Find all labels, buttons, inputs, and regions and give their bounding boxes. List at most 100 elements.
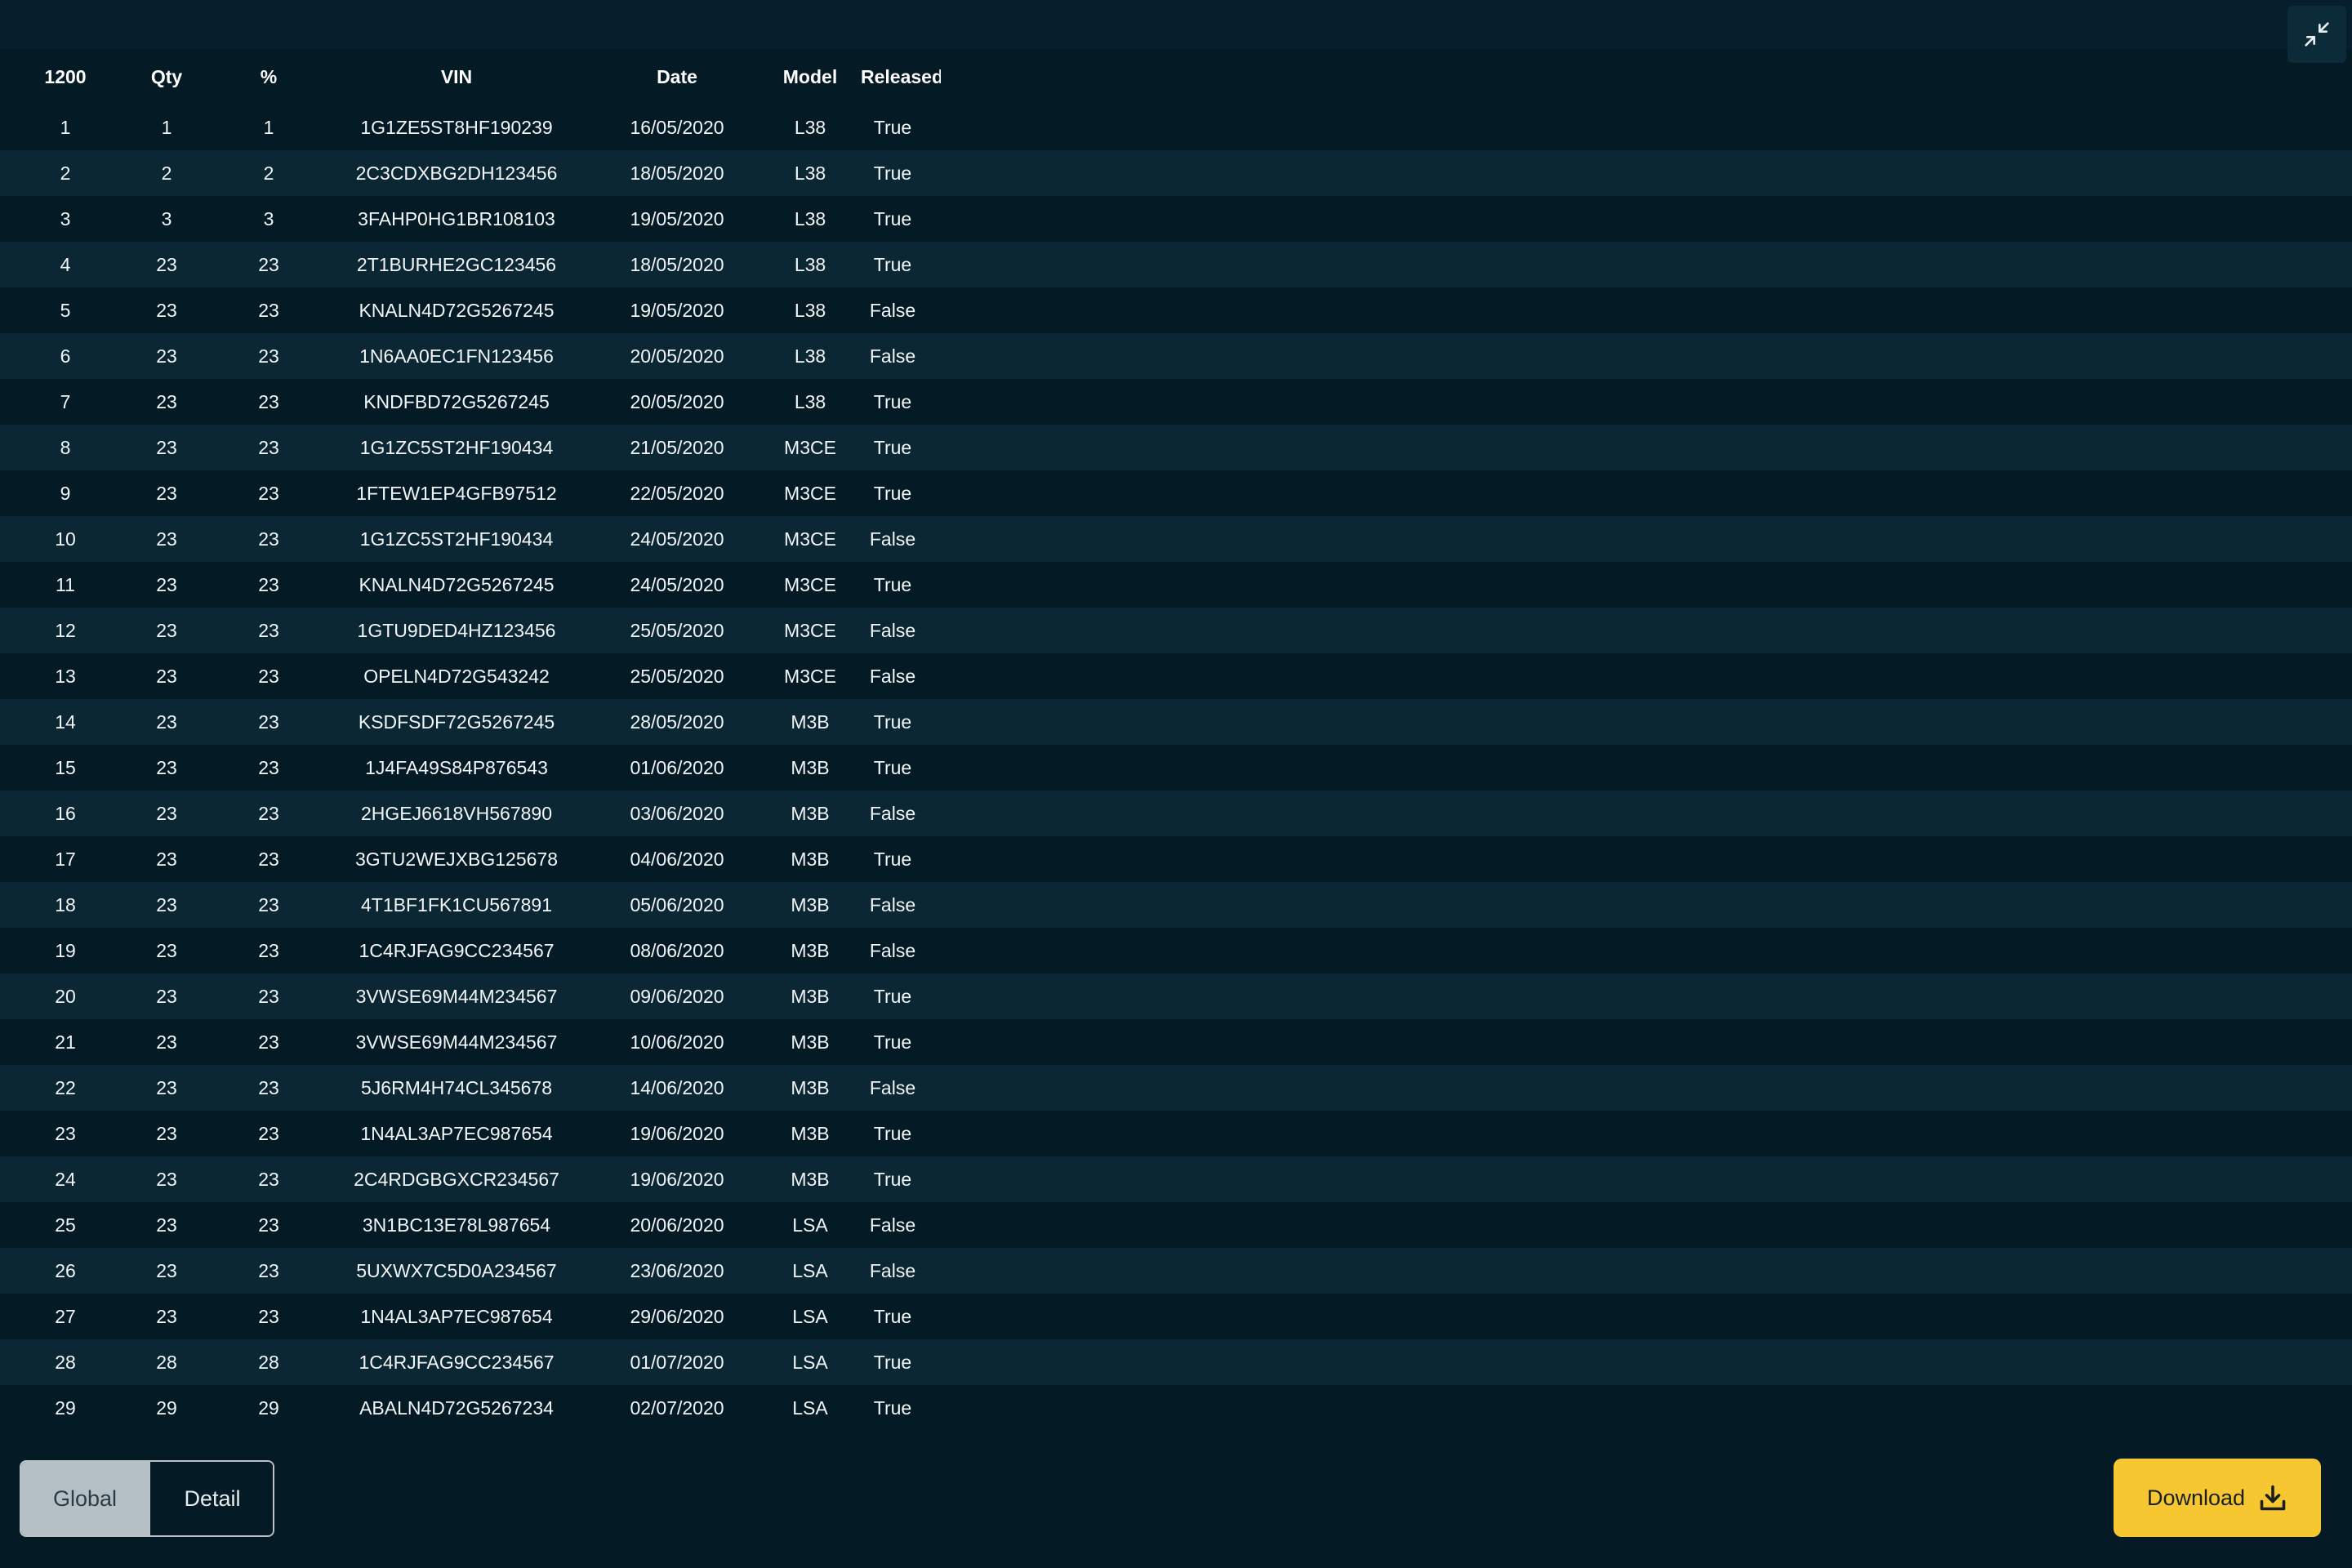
cell-qty: 23 [156,390,177,412]
cell-percent: 23 [258,893,279,915]
cell-spacer [941,1065,2352,1111]
cell-qty: 23 [156,528,177,550]
table-row[interactable]: 2 2 2 2C3CDXBG2DH123456 18/05/2020 L38 True [0,150,2352,196]
cell-released: True [873,162,912,184]
cell-date: 20/05/2020 [630,390,724,412]
cell-model: L38 [794,253,826,275]
table-row[interactable]: 29 29 29 ABALN4D72G5267234 02/07/2020 LSA True [0,1385,2352,1431]
cell-percent: 23 [258,573,279,595]
table-row[interactable]: 6 23 23 1N6AA0EC1FN123456 20/05/2020 L38 False [0,333,2352,379]
toggle-global-button[interactable]: Global [21,1462,150,1535]
column-header-vin[interactable]: VIN [335,49,578,105]
table-row[interactable]: 28 28 28 1C4RJFAG9CC234567 01/07/2020 LSA True [0,1339,2352,1385]
table-row[interactable]: 22 23 23 5J6RM4H74CL345678 14/06/2020 M3B Fals… [0,1065,2352,1111]
download-icon [2260,1485,2286,1511]
collapse-arrows-icon [2305,22,2329,47]
cell-date: 19/05/2020 [630,299,724,321]
cell-released: True [873,985,912,1007]
cell-vin: 3N1BC13E78L987654 [362,1214,551,1236]
cell-released: True [873,710,912,733]
table-row[interactable]: 25 23 23 3N1BC13E78L987654 20/06/2020 LSA Fals… [0,1202,2352,1248]
cell-percent: 23 [258,619,279,641]
table-row[interactable]: 5 23 23 KNALN4D72G5267245 19/05/2020 L38 False [0,287,2352,333]
cell-index: 17 [55,848,76,870]
cell-spacer [941,882,2352,928]
table-row[interactable]: 19 23 23 1C4RJFAG9CC234567 08/06/2020 M3B Fals… [0,928,2352,973]
table-row[interactable]: 1 1 1 1G1ZE5ST8HF190239 16/05/2020 L38 True [0,105,2352,150]
download-button[interactable]: Download [2114,1459,2321,1537]
cell-percent: 28 [258,1351,279,1373]
table-row[interactable]: 11 23 23 KNALN4D72G5267245 24/05/2020 M3CE Tru… [0,562,2352,608]
cell-percent: 23 [258,1259,279,1281]
cell-model: L38 [794,299,826,321]
column-header-qty[interactable]: Qty [131,49,203,105]
cell-vin: 1N6AA0EC1FN123456 [359,345,554,367]
table-row[interactable]: 8 23 23 1G1ZC5ST2HF190434 21/05/2020 M3CE True [0,425,2352,470]
cell-model: M3B [791,1076,830,1098]
cell-vin: 5UXWX7C5D0A234567 [356,1259,557,1281]
cell-qty: 23 [156,985,177,1007]
cell-model: L38 [794,390,826,412]
cell-spacer [941,699,2352,745]
cell-date: 01/06/2020 [630,756,724,778]
table-row[interactable]: 14 23 23 KSDFSDF72G5267245 28/05/2020 M3B True [0,699,2352,745]
cell-index: 16 [55,802,76,824]
cell-index: 4 [60,253,71,275]
cell-spacer [941,242,2352,287]
table-row[interactable]: 24 23 23 2C4RDGBGXCR234567 19/06/2020 M3B True [0,1156,2352,1202]
table-row[interactable]: 26 23 23 5UXWX7C5D0A234567 23/06/2020 LSA Fals… [0,1248,2352,1294]
cell-spacer [941,105,2352,150]
cell-vin: 1GTU9DED4HZ123456 [357,619,556,641]
table-row[interactable]: 23 23 23 1N4AL3AP7EC987654 19/06/2020 M3B True [0,1111,2352,1156]
toggle-detail-button[interactable]: Detail [150,1462,273,1535]
cell-date: 19/06/2020 [630,1122,724,1144]
table-row[interactable]: 27 23 23 1N4AL3AP7EC987654 29/06/2020 LSA True [0,1294,2352,1339]
cell-vin: 1G1ZC5ST2HF190434 [359,528,554,550]
table-row[interactable]: 20 23 23 3VWSE69M44M234567 09/06/2020 M3B True [0,973,2352,1019]
cell-percent: 23 [258,436,279,458]
cell-released: True [873,848,912,870]
column-header-model[interactable]: Model [776,49,844,105]
cell-model: M3CE [784,482,836,504]
table-row[interactable]: 16 23 23 2HGEJ6618VH567890 03/06/2020 M3B Fals… [0,791,2352,836]
table-row[interactable]: 4 23 23 2T1BURHE2GC123456 18/05/2020 L38 True [0,242,2352,287]
cell-index: 22 [55,1076,76,1098]
cell-model: M3B [791,939,830,961]
cell-qty: 23 [156,345,177,367]
cell-model: LSA [792,1259,828,1281]
cell-spacer [941,1111,2352,1156]
column-header-spacer [941,49,2352,105]
table-row[interactable]: 12 23 23 1GTU9DED4HZ123456 25/05/2020 M3CE Fal… [0,608,2352,653]
column-header-date[interactable]: Date [578,49,776,105]
cell-percent: 23 [258,390,279,412]
table-row[interactable]: 15 23 23 1J4FA49S84P876543 01/06/2020 M3B True [0,745,2352,791]
cell-date: 22/05/2020 [630,482,724,504]
cell-released: False [869,939,916,961]
cell-model: M3CE [784,528,836,550]
table-row[interactable]: 18 23 23 4T1BF1FK1CU567891 05/06/2020 M3B Fals… [0,882,2352,928]
cell-model: LSA [792,1305,828,1327]
column-header-percent[interactable]: % [203,49,335,105]
cell-index: 15 [55,756,76,778]
cell-index: 10 [55,528,76,550]
cell-vin: 2C3CDXBG2DH123456 [355,162,558,184]
table-row[interactable]: 10 23 23 1G1ZC5ST2HF190434 24/05/2020 M3CE Fal… [0,516,2352,562]
cell-percent: 23 [258,1122,279,1144]
table-row[interactable]: 9 23 23 1FTEW1EP4GFB97512 22/05/2020 M3CE True [0,470,2352,516]
table-row[interactable]: 17 23 23 3GTU2WEJXBG125678 04/06/2020 M3B True [0,836,2352,882]
cell-date: 20/06/2020 [630,1214,724,1236]
column-header-released[interactable]: Released [844,49,941,105]
cell-date: 19/06/2020 [630,1168,724,1190]
cell-model: M3CE [784,619,836,641]
cell-released: False [869,1214,916,1236]
cell-vin: 2HGEJ6618VH567890 [361,802,552,824]
cell-index: 1 [60,116,71,138]
table-row[interactable]: 7 23 23 KNDFBD72G5267245 20/05/2020 L38 True [0,379,2352,425]
cell-date: 18/05/2020 [630,253,724,275]
column-header-count[interactable]: 1200 [0,49,131,105]
cell-date: 19/05/2020 [630,207,724,229]
table-row[interactable]: 13 23 23 OPELN4D72G543242 25/05/2020 M3CE Fals… [0,653,2352,699]
table-row[interactable]: 21 23 23 3VWSE69M44M234567 10/06/2020 M3B True [0,1019,2352,1065]
cell-released: True [873,1396,912,1419]
table-row[interactable]: 3 3 3 3FAHP0HG1BR108103 19/05/2020 L38 True [0,196,2352,242]
